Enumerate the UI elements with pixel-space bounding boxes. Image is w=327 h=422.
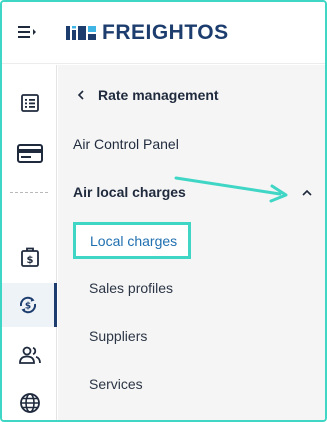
globe-icon — [19, 393, 40, 413]
chevron-up-icon[interactable] — [301, 189, 313, 197]
rail-divider — [10, 192, 48, 193]
nav-item-services[interactable]: Services — [89, 376, 143, 392]
local-charges-label: Local charges — [90, 232, 178, 249]
rate-management-panel: Rate management Air Control Panel Air lo… — [58, 65, 325, 420]
nav-item-air-control-panel[interactable]: Air Control Panel — [73, 136, 179, 152]
svg-text:$: $ — [26, 255, 33, 266]
freightos-logo-mark-icon — [66, 26, 96, 40]
rail-item-billing[interactable] — [2, 131, 57, 175]
rail-item-rate-management[interactable]: $ — [2, 283, 57, 327]
nav-section-air-local-charges[interactable]: Air local charges — [73, 184, 186, 200]
list-icon — [20, 94, 39, 112]
icon-rail: $ $ — [2, 65, 57, 420]
rail-item-list[interactable] — [2, 81, 57, 125]
app-frame: FREIGHTOS $ $ Rate management Air Contro… — [0, 0, 327, 422]
nav-item-sales-profiles[interactable]: Sales profiles — [89, 280, 173, 296]
rates-icon: $ — [19, 296, 37, 314]
svg-text:$: $ — [25, 302, 31, 312]
freightos-logo[interactable]: FREIGHTOS — [66, 21, 229, 44]
logo-text: FREIGHTOS — [102, 21, 229, 44]
rail-item-users[interactable] — [2, 333, 57, 377]
nav-item-suppliers[interactable]: Suppliers — [89, 328, 147, 344]
chevron-left-icon — [77, 90, 84, 100]
nav-item-local-charges[interactable]: Local charges — [73, 222, 191, 259]
rail-item-globe[interactable] — [2, 381, 57, 420]
back-to-rate-management[interactable]: Rate management — [76, 87, 219, 103]
menu-toggle-icon[interactable] — [16, 22, 38, 42]
top-bar: FREIGHTOS — [2, 2, 325, 64]
back-label: Rate management — [98, 87, 219, 103]
credit-card-icon — [16, 144, 43, 163]
price-tag-icon: $ — [20, 247, 39, 267]
rail-item-pricing[interactable]: $ — [2, 235, 57, 279]
users-icon — [18, 346, 41, 364]
